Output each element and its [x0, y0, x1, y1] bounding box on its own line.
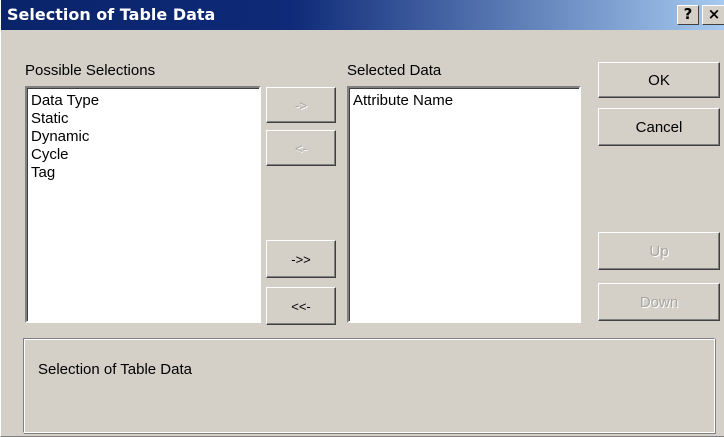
status-text: Selection of Table Data: [38, 361, 192, 378]
add-all-button[interactable]: ->>: [266, 240, 336, 278]
list-item[interactable]: Tag: [31, 164, 255, 182]
selection-dialog: Selection of Table Data ? × Possible Sel…: [0, 0, 724, 437]
remove-all-button[interactable]: <<-: [266, 287, 336, 325]
remove-button[interactable]: <-: [266, 130, 336, 166]
possible-selections-list[interactable]: Data Type Static Dynamic Cycle Tag: [25, 86, 261, 323]
list-item[interactable]: Cycle: [31, 146, 255, 164]
selected-data-list[interactable]: Attribute Name: [347, 86, 581, 323]
list-item[interactable]: Dynamic: [31, 128, 255, 146]
down-button[interactable]: Down: [598, 283, 720, 321]
status-panel: Selection of Table Data: [23, 338, 715, 433]
ok-button[interactable]: OK: [598, 62, 720, 98]
close-button[interactable]: ×: [702, 5, 724, 25]
help-button[interactable]: ?: [677, 5, 699, 25]
title-bar[interactable]: Selection of Table Data ? ×: [1, 0, 724, 30]
add-button[interactable]: ->: [266, 87, 336, 123]
list-item[interactable]: Data Type: [31, 92, 255, 110]
list-item[interactable]: Attribute Name: [353, 92, 575, 110]
possible-selections-label: Possible Selections: [25, 62, 156, 79]
selected-data-label: Selected Data: [347, 62, 442, 79]
cancel-button[interactable]: Cancel: [598, 108, 720, 146]
list-item[interactable]: Static: [31, 110, 255, 128]
window-title: Selection of Table Data: [7, 5, 216, 24]
up-button[interactable]: Up: [598, 232, 720, 270]
